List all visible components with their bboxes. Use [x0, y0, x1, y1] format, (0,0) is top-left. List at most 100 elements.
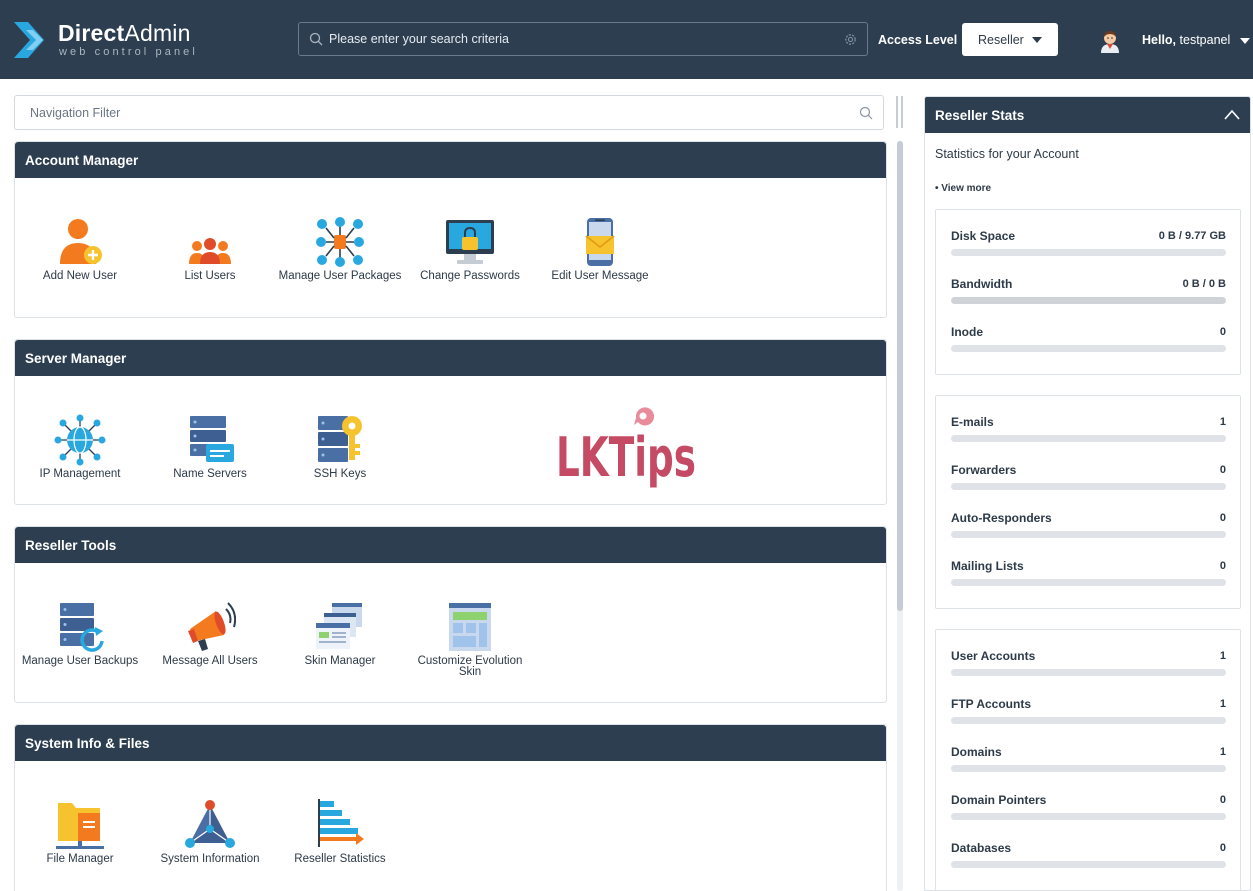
usage-bar — [951, 531, 1226, 538]
tile-label: Edit User Message — [551, 270, 649, 282]
tile-label: System Information — [160, 853, 260, 865]
reseller-statistics-tile[interactable]: Reseller Statistics — [275, 799, 405, 865]
panel-title: Reseller Stats — [925, 97, 1250, 133]
section-title: Account Manager — [15, 142, 886, 178]
section-title: Server Manager — [15, 340, 886, 376]
stat-row-disk-space: Disk Space 0 B / 9.77 GB — [951, 229, 1226, 259]
user-menu-caret-icon[interactable] — [1240, 38, 1250, 44]
usage-bar — [951, 861, 1226, 868]
stat-row-domain-pointers: Domain Pointers 0 — [951, 793, 1226, 823]
skin-manager-tile[interactable]: Skin Manager — [275, 601, 405, 667]
stats-bars-icon — [318, 799, 364, 847]
navigation-filter — [14, 95, 884, 130]
name-servers-tile[interactable]: Name Servers — [145, 414, 275, 480]
gear-icon[interactable] — [843, 32, 858, 47]
access-level-select[interactable]: Reseller — [962, 23, 1058, 56]
logo-subtitle: web control panel — [59, 46, 198, 58]
logo-chevron-icon — [14, 22, 44, 58]
manage-user-backups-tile[interactable]: Manage User Backups — [15, 601, 145, 667]
tile-label: Change Passwords — [420, 270, 520, 282]
tile-label: Name Servers — [173, 468, 247, 480]
globe-network-icon — [54, 414, 106, 466]
stat-row-ftp-accounts: FTP Accounts 1 — [951, 697, 1226, 727]
folder-icon — [56, 803, 104, 849]
navigation-filter-input[interactable] — [30, 104, 830, 122]
usage-bar — [951, 345, 1226, 352]
change-passwords-tile[interactable]: Change Passwords — [405, 216, 535, 282]
column-resize-handle[interactable] — [896, 96, 904, 128]
usage-bar — [951, 813, 1226, 820]
usage-bar — [951, 765, 1226, 772]
tile-label: File Manager — [46, 853, 114, 865]
add-user-icon — [60, 219, 102, 264]
reseller-stats-panel: Reseller Stats Statistics for your Accou… — [924, 96, 1251, 891]
stats-card-email: E-mails 1 Forwarders 0 Auto-Responders 0… — [935, 395, 1241, 609]
system-information-tile[interactable]: System Information — [145, 799, 275, 865]
tile-label: List Users — [184, 270, 236, 282]
access-level-value: Reseller — [978, 33, 1024, 47]
skin-windows-icon — [316, 603, 362, 649]
stat-row-inode: Inode 0 — [951, 325, 1226, 355]
search-icon[interactable] — [859, 106, 873, 120]
tile-label: IP Management — [39, 468, 121, 480]
scrollbar-thumb[interactable] — [897, 141, 903, 611]
view-more-link[interactable]: • View more — [935, 183, 991, 194]
chevron-up-icon[interactable] — [1224, 109, 1240, 121]
usage-bar — [951, 669, 1226, 676]
stat-row-forwarders: Forwarders 0 — [951, 463, 1226, 493]
usage-bar — [951, 579, 1226, 586]
user-avatar-icon[interactable] — [1097, 27, 1123, 53]
usage-bar — [951, 297, 1226, 304]
tile-label: Reseller Statistics — [294, 853, 386, 865]
user-greeting[interactable]: Hello, testpanel — [1142, 33, 1230, 47]
system-info-files-section: System Info & Files File Manager System … — [14, 724, 887, 891]
monitor-lock-icon — [446, 220, 494, 264]
watermark-text: LKTips — [556, 426, 696, 489]
tile-label: SSH Keys — [313, 468, 367, 480]
users-group-icon — [189, 238, 231, 264]
usage-bar — [951, 483, 1226, 490]
tile-label: Add New User — [42, 270, 118, 282]
server-backup-icon — [60, 603, 104, 652]
customize-evolution-skin-tile[interactable]: Customize Evolution Skin — [405, 601, 535, 678]
section-title: System Info & Files — [15, 725, 886, 761]
caret-down-icon — [1032, 37, 1042, 43]
network-triangle-icon — [185, 800, 235, 848]
add-new-user-tile[interactable]: Add New User — [15, 216, 145, 282]
stat-row-emails: E-mails 1 — [951, 415, 1226, 445]
ssh-keys-tile[interactable]: SSH Keys — [275, 414, 405, 480]
tile-label: Manage User Packages — [278, 270, 402, 282]
stat-row-domains: Domains 1 — [951, 745, 1226, 775]
server-icon — [190, 416, 234, 462]
panel-subtitle: Statistics for your Account — [935, 147, 1079, 161]
logo-title: DirectAdmin — [58, 20, 191, 46]
stat-row-user-accounts: User Accounts 1 — [951, 649, 1226, 679]
ip-management-tile[interactable]: IP Management — [15, 414, 145, 480]
tile-label: Customize Evolution Skin — [417, 655, 523, 678]
usage-bar — [951, 249, 1226, 256]
access-level-label: Access Level — [878, 33, 958, 47]
layout-icon — [449, 603, 491, 651]
account-manager-section: Account Manager Add New User List Users … — [14, 141, 887, 318]
stats-card-accounts: User Accounts 1 FTP Accounts 1 Domains 1… — [935, 629, 1241, 890]
stat-row-bandwidth: Bandwidth 0 B / 0 B — [951, 277, 1226, 307]
phone-message-icon — [585, 218, 615, 266]
file-manager-tile[interactable]: File Manager — [15, 799, 145, 865]
list-users-tile[interactable]: List Users — [145, 216, 275, 282]
megaphone-icon — [188, 602, 236, 651]
manage-user-packages-tile[interactable]: Manage User Packages — [275, 216, 405, 282]
directadmin-logo[interactable]: DirectAdmin web control panel — [14, 20, 214, 62]
reseller-tools-section: Reseller Tools Manage User Backups Messa… — [14, 526, 887, 703]
stats-card-resources: Disk Space 0 B / 9.77 GB Bandwidth 0 B /… — [935, 209, 1241, 375]
edit-user-message-tile[interactable]: Edit User Message — [535, 216, 665, 282]
stat-row-auto-responders: Auto-Responders 0 — [951, 511, 1226, 541]
search-input[interactable] — [329, 29, 829, 49]
server-key-icon — [318, 416, 362, 462]
packages-icon — [316, 217, 364, 267]
top-header: DirectAdmin web control panel Access Lev… — [0, 0, 1253, 79]
usage-bar — [951, 435, 1226, 442]
message-all-users-tile[interactable]: Message All Users — [145, 601, 275, 667]
server-manager-section: Server Manager IP Management Name Server… — [14, 339, 887, 505]
lktips-watermark-logo: LKTips — [556, 407, 696, 489]
stat-row-mailing-lists: Mailing Lists 0 — [951, 559, 1226, 589]
